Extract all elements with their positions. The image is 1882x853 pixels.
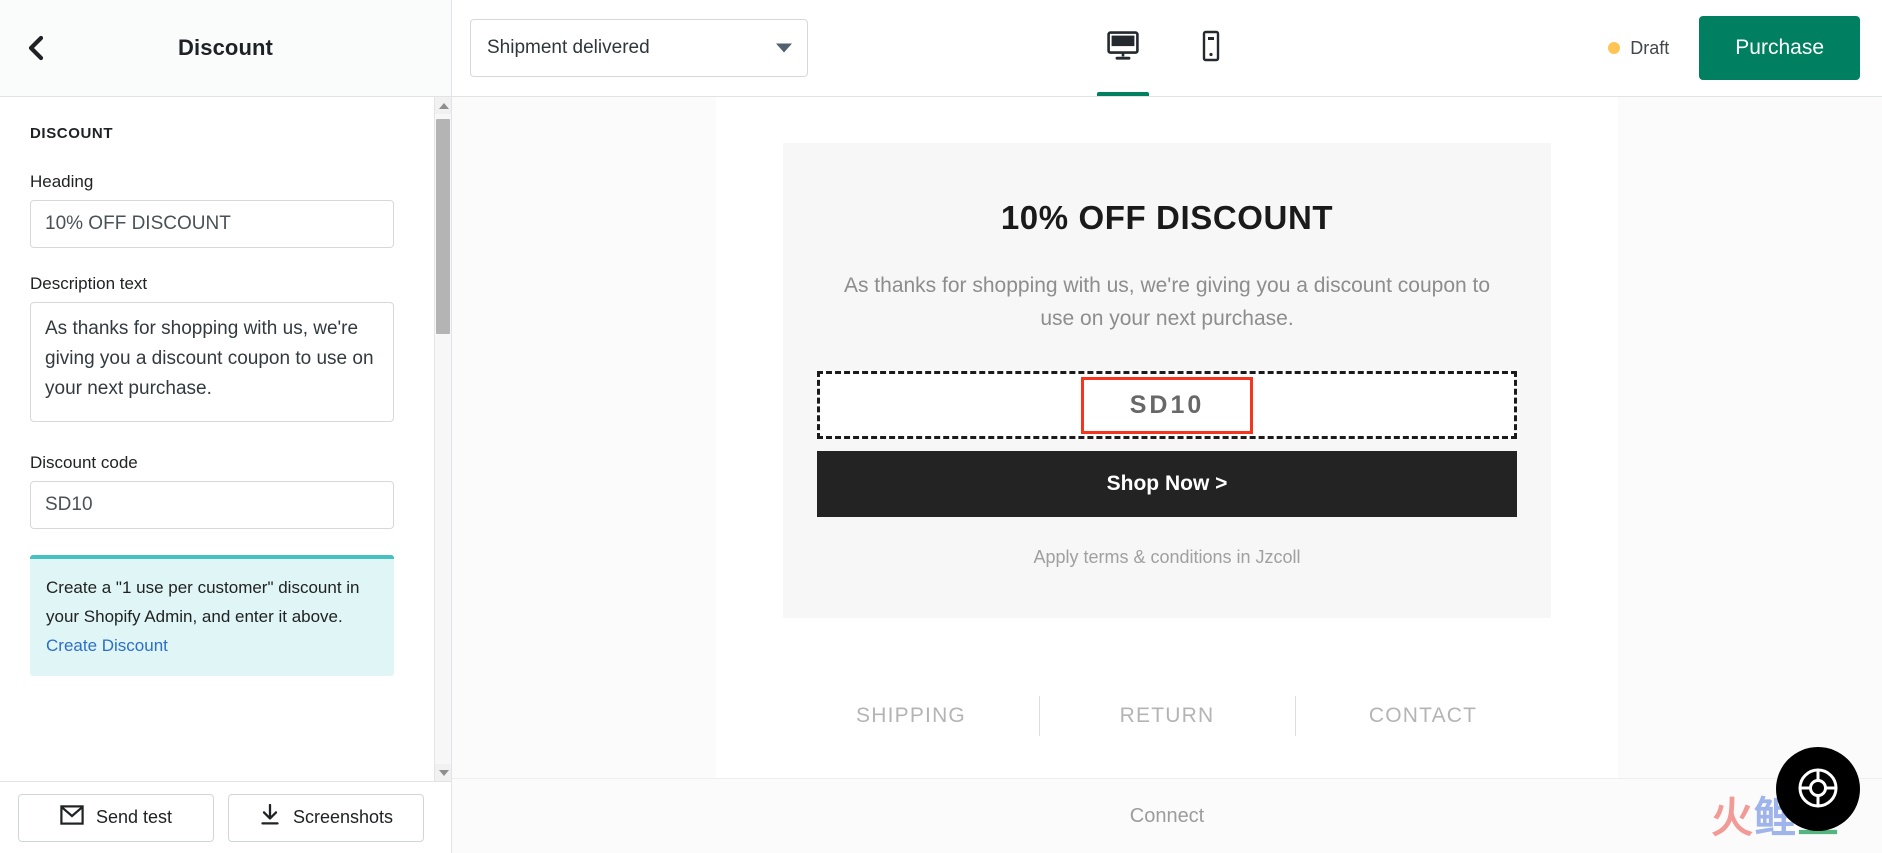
discount-code-label: Discount code xyxy=(30,453,138,472)
tab-mobile-preview[interactable] xyxy=(1180,0,1242,96)
scroll-down-arrow-icon[interactable] xyxy=(435,764,451,781)
discount-info-callout: Create a "1 use per customer" discount i… xyxy=(30,555,394,676)
editor-sidebar: Discount DISCOUNT Heading Description te… xyxy=(0,0,452,853)
email-preview-area: 10% OFF DISCOUNT As thanks for shopping … xyxy=(452,97,1882,853)
inactive-tab-indicator xyxy=(1185,92,1237,96)
sidebar-header: Discount xyxy=(0,0,451,97)
field-discount-code: Discount code xyxy=(30,453,408,529)
trigger-select[interactable]: Shipment delivered xyxy=(470,19,808,77)
field-description: Description text xyxy=(30,274,408,427)
heading-input[interactable] xyxy=(30,200,394,248)
life-ring-icon xyxy=(1795,765,1841,814)
heading-label: Heading xyxy=(30,172,94,191)
description-textarea[interactable] xyxy=(30,302,394,422)
description-label: Description text xyxy=(30,274,148,293)
tab-desktop-preview[interactable] xyxy=(1092,0,1154,96)
callout-text: Create a "1 use per customer" discount i… xyxy=(46,578,360,626)
coupon-code-value[interactable]: SD10 xyxy=(1080,376,1254,434)
trigger-select-wrapper: Shipment delivered xyxy=(470,19,808,77)
footer-link-return[interactable]: RETURN xyxy=(1039,704,1295,728)
sidebar-scroll-region: DISCOUNT Heading Description text Discou… xyxy=(0,97,451,781)
connect-bar: Connect xyxy=(452,778,1882,853)
main-panel: Shipment delivered Draft Purchase 10% OF… xyxy=(452,0,1882,853)
footer-link-contact[interactable]: CONTACT xyxy=(1295,704,1551,728)
page-title: Discount xyxy=(178,35,273,60)
chevron-left-icon xyxy=(25,35,47,61)
purchase-button[interactable]: Purchase xyxy=(1699,16,1860,80)
discount-terms-text: Apply terms & conditions in Jzcoll xyxy=(1033,547,1301,567)
help-support-button[interactable] xyxy=(1776,747,1860,831)
mobile-device-icon xyxy=(1199,30,1223,65)
send-test-label: Send test xyxy=(95,807,173,827)
back-button[interactable] xyxy=(10,22,62,74)
scroll-up-arrow-icon[interactable] xyxy=(435,97,451,114)
status-dot-icon xyxy=(1608,42,1621,54)
send-test-button[interactable]: Send test xyxy=(18,793,214,842)
preview-toolbar: Shipment delivered Draft Purchase xyxy=(452,0,1882,97)
sidebar-scrollbar[interactable] xyxy=(434,97,451,781)
envelope-icon xyxy=(60,805,84,830)
scrollbar-thumb[interactable] xyxy=(436,119,450,334)
screenshots-label: Screenshots xyxy=(292,807,394,827)
active-tab-indicator xyxy=(1097,92,1149,96)
desktop-monitor-icon xyxy=(1107,31,1139,64)
discount-block[interactable]: 10% OFF DISCOUNT As thanks for shopping … xyxy=(783,143,1551,618)
trigger-select-value: Shipment delivered xyxy=(487,37,650,58)
app-root: Discount DISCOUNT Heading Description te… xyxy=(0,0,1882,853)
discount-heading: 10% OFF DISCOUNT xyxy=(1000,199,1334,236)
shop-now-button[interactable]: Shop Now > xyxy=(817,451,1517,517)
coupon-dashed-frame: SD10 xyxy=(817,371,1517,439)
connect-label: Connect xyxy=(1129,804,1205,827)
status-label: Draft xyxy=(1630,37,1670,58)
toolbar-actions: Draft Purchase xyxy=(1594,16,1860,80)
status-badge: Draft xyxy=(1594,38,1699,59)
device-preview-tabs xyxy=(1092,0,1242,96)
sidebar-footer: Send test Screenshots xyxy=(0,781,451,853)
screenshots-button[interactable]: Screenshots xyxy=(228,793,424,842)
download-icon xyxy=(259,803,281,831)
discount-settings-form: DISCOUNT Heading Description text Discou… xyxy=(0,97,438,696)
discount-code-input[interactable] xyxy=(30,481,394,529)
email-footer-links: SHIPPING RETURN CONTACT xyxy=(783,704,1551,728)
discount-description: As thanks for shopping with us, we're gi… xyxy=(843,274,1491,330)
section-label: DISCOUNT xyxy=(30,125,114,142)
field-heading: Heading xyxy=(30,172,408,248)
email-canvas: 10% OFF DISCOUNT As thanks for shopping … xyxy=(716,97,1618,853)
footer-link-shipping[interactable]: SHIPPING xyxy=(783,704,1039,728)
create-discount-link[interactable]: Create Discount xyxy=(46,631,378,660)
